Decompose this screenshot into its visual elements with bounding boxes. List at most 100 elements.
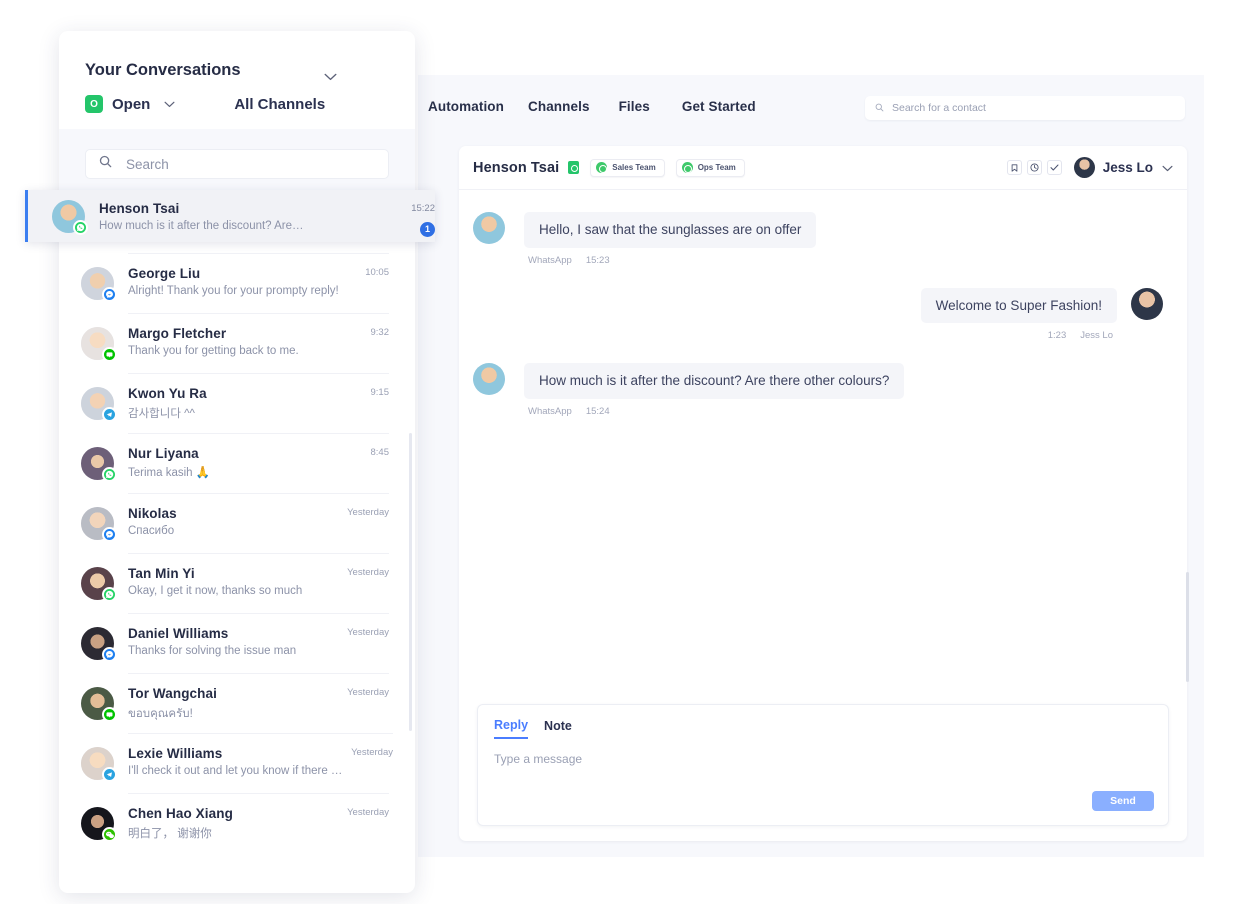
conversation-time: 9:15 <box>371 387 390 398</box>
message-meta: WhatsApp15:24 <box>524 406 904 417</box>
contact-search-placeholder: Search for a contact <box>892 102 986 114</box>
agent-avatar[interactable] <box>1074 157 1095 178</box>
nav-link-channels[interactable]: Channels <box>528 99 619 114</box>
conversation-time: 15:22 <box>411 203 435 214</box>
unread-badge: 1 <box>420 222 435 237</box>
agent-name: Jess Lo <box>1103 160 1153 175</box>
conversation-text: NikolasСпасибоYesterday <box>128 506 389 537</box>
avatar <box>81 387 114 420</box>
conversation-text: Tor Wangchaiขอบคุณครับ!Yesterday <box>128 686 389 723</box>
avatar <box>473 363 505 395</box>
conversation-name: Kwon Yu Ra <box>128 386 339 401</box>
channel-filter-label[interactable]: All Channels <box>234 96 325 113</box>
whatsapp-icon <box>682 162 693 173</box>
nav-link-get-started[interactable]: Get Started <box>682 99 776 114</box>
conversation-text: Tan Min YiOkay, I get it now, thanks so … <box>128 566 389 597</box>
tag-chip-sales-team[interactable]: Sales Team <box>590 159 664 177</box>
conversation-text: Chen Hao Xiang明白了， 谢谢你Yesterday <box>128 806 389 841</box>
tag-chip-ops-team[interactable]: Ops Team <box>676 159 745 177</box>
conversation-name: Margo Fletcher <box>128 326 339 341</box>
conversation-list-scrollbar[interactable] <box>409 433 412 731</box>
tab-note[interactable]: Note <box>544 719 572 738</box>
conversation-item[interactable]: Tan Min YiOkay, I get it now, thanks so … <box>81 553 389 613</box>
conversation-preview: 明白了， 谢谢你 <box>128 825 339 841</box>
status-filter-label[interactable]: Open <box>112 96 150 113</box>
conversation-item[interactable]: Margo FletcherThank you for getting back… <box>81 313 389 373</box>
tab-reply[interactable]: Reply <box>494 718 528 739</box>
conversation-name: George Liu <box>128 266 339 281</box>
message-bubble: How much is it after the discount? Are t… <box>524 363 904 399</box>
avatar <box>1131 288 1163 320</box>
wechat-badge-icon <box>102 827 117 842</box>
conversation-text: Nur Liyana Terima kasih 🙏 8:45 <box>128 446 389 479</box>
messenger-badge-icon <box>102 287 117 302</box>
clock-icon[interactable] <box>1027 160 1042 175</box>
line-badge-icon <box>102 347 117 362</box>
conversations-header: Your Conversations O Open All Channels <box>59 31 415 113</box>
composer-tabs: Reply Note <box>494 718 1152 739</box>
message-row: Hello, I saw that the sunglasses are on … <box>473 212 1163 266</box>
nav-link-files[interactable]: Files <box>619 99 682 114</box>
avatar <box>81 267 114 300</box>
message-bubble: Welcome to Super Fashion! <box>921 288 1117 324</box>
conversation-preview: 감사합니다 ^^ <box>128 405 339 421</box>
conversation-item-selected[interactable]: Henson Tsai How much is it after the dis… <box>25 190 435 242</box>
whatsapp-badge-icon <box>102 467 117 482</box>
whatsapp-badge-icon <box>73 220 88 235</box>
conversation-text: Daniel WilliamsThanks for solving the is… <box>128 626 389 657</box>
conversations-panel: Your Conversations O Open All Channels <box>59 31 415 893</box>
line-badge-icon <box>102 707 117 722</box>
conversation-item[interactable]: Kwon Yu Ra 감사합니다 ^^ 9:15 <box>81 373 389 433</box>
conversation-text: Margo FletcherThank you for getting back… <box>128 326 389 357</box>
conversation-search-area: Search <box>59 129 415 193</box>
conversation-preview: Alright! Thank you for your prompty repl… <box>128 285 339 297</box>
message-time: 15:23 <box>586 255 610 266</box>
conversation-item[interactable]: George Liu Alright! Thank you for your pr… <box>81 253 389 313</box>
avatar <box>473 212 505 244</box>
message-input[interactable]: Type a message <box>494 752 1152 766</box>
chat-scrollbar[interactable] <box>1186 572 1189 682</box>
conversation-item[interactable]: Daniel WilliamsThanks for solving the is… <box>81 613 389 673</box>
avatar <box>81 627 114 660</box>
conversation-name: Henson Tsai <box>99 201 375 216</box>
avatar <box>81 747 114 780</box>
conversation-item[interactable]: Chen Hao Xiang明白了， 谢谢你Yesterday <box>81 793 389 853</box>
conversation-list: Grace Li好的，麻煩您！12:01George LiuAlright! T… <box>59 193 415 853</box>
conversation-name: Tor Wangchai <box>128 686 339 701</box>
telegram-badge-icon <box>102 407 117 422</box>
conversation-time: 9:32 <box>371 327 390 338</box>
message-row: Welcome to Super Fashion! 1:23Jess Lo <box>473 288 1163 342</box>
conversation-time: Yesterday <box>347 627 389 638</box>
avatar <box>81 447 114 480</box>
screen: Automation Channels Files Get Started Se… <box>0 0 1234 904</box>
conversation-preview: Okay, I get it now, thanks so much <box>128 585 339 597</box>
conversation-time: Yesterday <box>351 747 393 758</box>
conversation-preview: Terima kasih 🙏 <box>128 465 339 479</box>
avatar <box>81 327 114 360</box>
conversation-item[interactable]: Tor Wangchaiขอบคุณครับ!Yesterday <box>81 673 389 733</box>
tag-label: Sales Team <box>612 163 655 172</box>
conversation-item[interactable]: Nur Liyana Terima kasih 🙏 8:45 <box>81 433 389 493</box>
search-icon <box>99 155 112 173</box>
chevron-down-icon[interactable] <box>164 95 175 113</box>
check-icon[interactable] <box>1047 160 1062 175</box>
avatar <box>52 200 85 233</box>
conversation-name: Nur Liyana <box>128 446 339 461</box>
conversation-preview: ขอบคุณครับ! <box>128 705 339 723</box>
chevron-down-icon[interactable] <box>324 68 337 86</box>
chevron-down-icon[interactable] <box>1162 159 1173 177</box>
conversation-filters: O Open All Channels <box>85 95 415 113</box>
search-input[interactable]: Search <box>85 149 389 179</box>
contact-search-input[interactable]: Search for a contact <box>865 96 1185 120</box>
conversation-item[interactable]: Lexie WilliamsI'll check it out and let … <box>81 733 389 793</box>
bookmark-icon[interactable] <box>1007 160 1022 175</box>
message-channel: WhatsApp <box>528 255 572 266</box>
conversation-time: Yesterday <box>347 807 389 818</box>
conversation-item[interactable]: NikolasСпасибоYesterday <box>81 493 389 553</box>
tag-label: Ops Team <box>698 163 736 172</box>
nav-link-automation[interactable]: Automation <box>428 99 528 114</box>
send-button[interactable]: Send <box>1092 791 1154 811</box>
conversation-time: 8:45 <box>371 447 390 458</box>
message-meta: WhatsApp 15:23 <box>524 255 816 266</box>
chat-contact-name: Henson Tsai <box>473 160 559 176</box>
